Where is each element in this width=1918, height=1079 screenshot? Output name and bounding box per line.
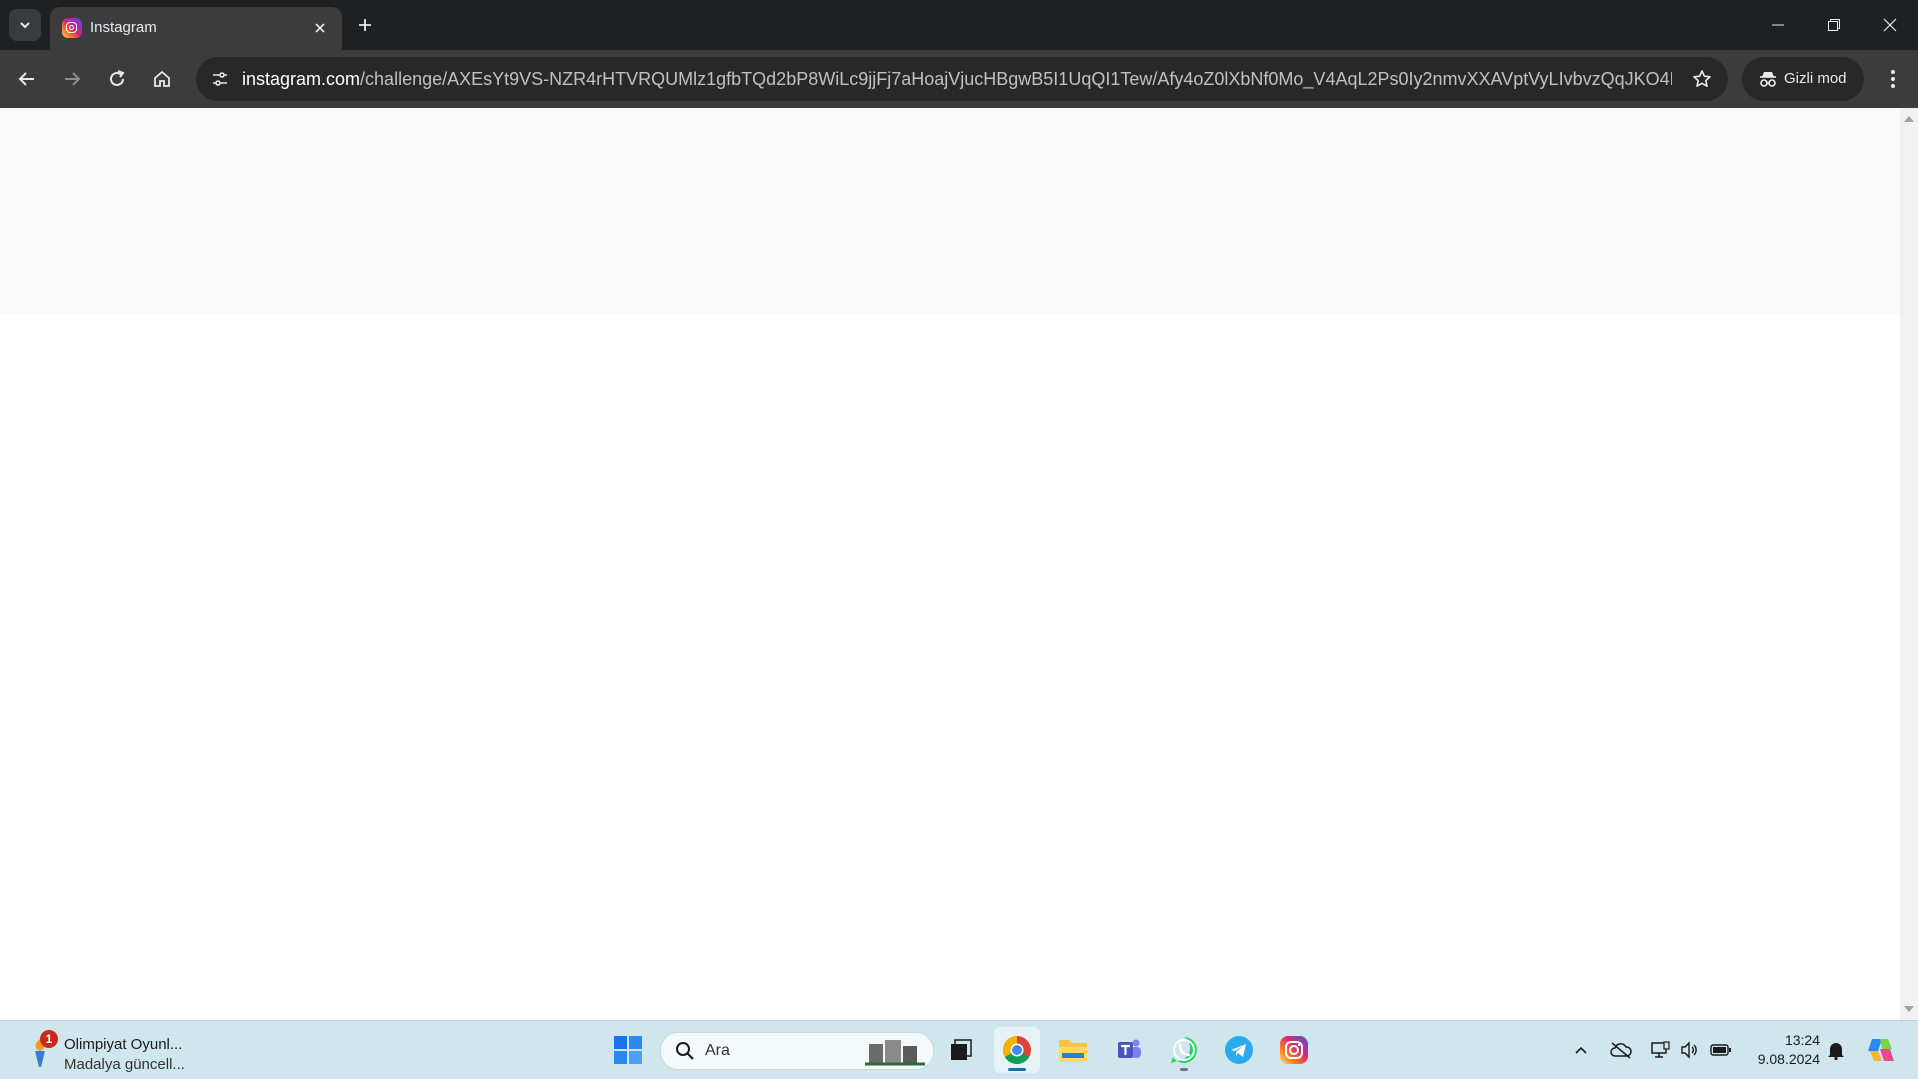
news-title: Olimpiyat Oyunl... <box>64 1036 183 1053</box>
forward-arrow-icon <box>65 72 81 86</box>
file-explorer-taskbar-app[interactable] <box>1050 1027 1096 1073</box>
vertical-scrollbar[interactable] <box>1900 108 1918 1020</box>
file-explorer-icon <box>1059 1040 1087 1062</box>
address-bar[interactable]: instagram.com/challenge/AXEsYt9VS-NZR4rH… <box>196 57 1728 101</box>
browser-toolbar: instagram.com/challenge/AXEsYt9VS-NZR4rH… <box>0 50 1918 108</box>
close-icon <box>315 23 325 33</box>
whatsapp-icon <box>1171 1037 1197 1063</box>
news-badge: 1 <box>40 1030 58 1048</box>
forward-button[interactable] <box>55 62 89 96</box>
chrome-taskbar-app[interactable] <box>994 1027 1040 1073</box>
battery-icon <box>1710 1044 1731 1056</box>
active-app-indicator <box>1008 1068 1026 1071</box>
search-icon <box>676 1042 694 1060</box>
url-host: instagram.com <box>242 69 361 89</box>
restore-button[interactable] <box>1806 0 1862 50</box>
tab-search-button[interactable] <box>9 9 41 41</box>
minimize-button[interactable] <box>1750 0 1806 50</box>
telegram-icon <box>1225 1036 1253 1064</box>
telegram-taskbar-app[interactable] <box>1216 1027 1262 1073</box>
minimize-icon <box>1772 24 1784 26</box>
site-info-icon <box>213 72 227 86</box>
page-content <box>0 108 1900 1020</box>
whatsapp-taskbar-app[interactable] <box>1161 1027 1207 1073</box>
volume-tray[interactable] <box>1678 1039 1700 1061</box>
plus-icon <box>359 19 371 31</box>
kebab-menu-icon <box>1891 70 1895 88</box>
battery-tray[interactable] <box>1710 1039 1732 1061</box>
bell-icon <box>1828 1043 1844 1060</box>
site-info-button[interactable] <box>204 63 236 95</box>
tab-title: Instagram <box>90 19 157 36</box>
page-header-area <box>0 108 1900 314</box>
news-subtitle: Madalya güncell... <box>64 1056 185 1073</box>
incognito-indicator[interactable]: Gizli mod <box>1742 57 1864 101</box>
home-icon <box>154 70 170 87</box>
network-tray[interactable] <box>1649 1039 1671 1061</box>
clock-date: 9.08.2024 <box>1757 1051 1820 1067</box>
tab-strip: Instagram <box>0 0 1918 50</box>
chevron-up-icon <box>1575 1046 1587 1054</box>
search-highlight-art-icon <box>865 1040 925 1066</box>
instagram-taskbar-app[interactable] <box>1271 1027 1317 1073</box>
taskbar: 1 Olimpiyat Oyunl... Madalya güncell... … <box>0 1020 1918 1079</box>
tab-close-button[interactable] <box>310 18 330 38</box>
scroll-up-icon[interactable] <box>1904 116 1914 122</box>
window-close-button[interactable] <box>1862 0 1918 50</box>
active-tab[interactable]: Instagram <box>50 7 342 50</box>
search-placeholder: Ara <box>705 1042 730 1059</box>
clock[interactable]: 13:24 9.08.2024 <box>1740 1031 1820 1069</box>
network-icon <box>1651 1041 1670 1058</box>
news-widget[interactable]: 1 Olimpiyat Oyunl... Madalya güncell... <box>26 1027 206 1073</box>
notifications-button[interactable] <box>1825 1039 1847 1061</box>
home-button[interactable] <box>145 62 179 96</box>
taskbar-search[interactable]: Ara <box>660 1032 934 1070</box>
new-tab-button[interactable] <box>352 12 378 38</box>
star-icon <box>1693 70 1711 87</box>
url-path: /challenge/AXEsYt9VS-NZR4rHTVRQUMlz1gfbT… <box>360 69 1672 89</box>
back-button[interactable] <box>10 62 44 96</box>
windows-start-icon <box>614 1036 642 1064</box>
incognito-label: Gizli mod <box>1784 70 1847 87</box>
instagram-icon <box>1280 1036 1308 1064</box>
reload-button[interactable] <box>100 62 134 96</box>
volume-icon <box>1681 1041 1697 1059</box>
bookmark-button[interactable] <box>1686 63 1718 95</box>
onedrive-icon <box>1610 1042 1632 1059</box>
incognito-icon <box>1760 72 1776 87</box>
teams-icon <box>1118 1039 1141 1058</box>
back-arrow-icon <box>18 72 34 86</box>
onedrive-tray[interactable] <box>1610 1039 1632 1061</box>
task-view-icon <box>951 1039 972 1060</box>
chrome-icon <box>1003 1036 1031 1064</box>
window-close-icon <box>1883 18 1897 32</box>
copilot-icon <box>1868 1039 1894 1061</box>
tab-search-icon <box>20 22 30 29</box>
browser-menu-button[interactable] <box>1876 62 1910 96</box>
reload-icon <box>110 70 125 86</box>
start-button[interactable] <box>605 1027 651 1073</box>
copilot-button[interactable] <box>1866 1035 1896 1065</box>
teams-taskbar-app[interactable] <box>1106 1027 1152 1073</box>
task-view-button[interactable] <box>938 1027 984 1073</box>
url-text[interactable]: instagram.com/challenge/AXEsYt9VS-NZR4rH… <box>242 69 1672 90</box>
restore-icon <box>1828 19 1840 31</box>
running-app-indicator <box>1180 1068 1188 1071</box>
clock-time: 13:24 <box>1784 1032 1820 1048</box>
show-hidden-icons-button[interactable] <box>1570 1039 1592 1061</box>
instagram-favicon-icon <box>62 18 82 38</box>
scroll-down-icon[interactable] <box>1904 1006 1914 1012</box>
